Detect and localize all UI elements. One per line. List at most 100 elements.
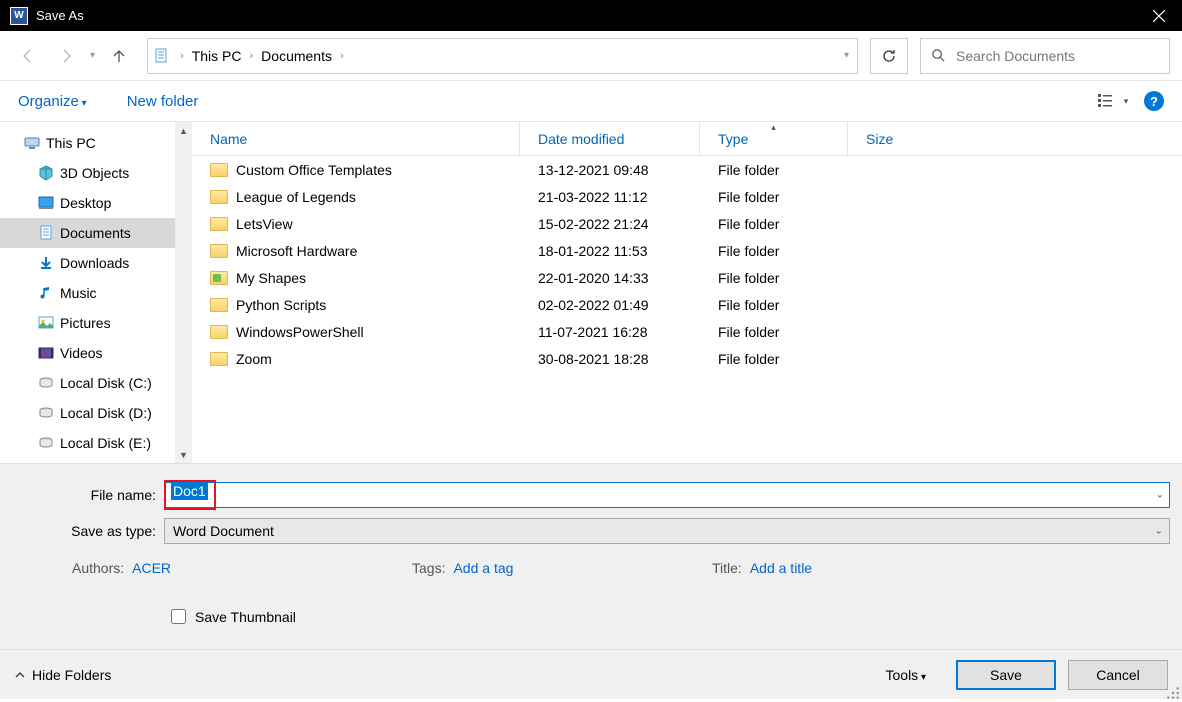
file-row[interactable]: WindowsPowerShell11-07-2021 16:28File fo…: [192, 318, 1182, 345]
tree-item-label: Documents: [60, 225, 131, 241]
tree-item-videos[interactable]: Videos: [0, 338, 192, 368]
folder-icon: [210, 217, 228, 231]
tree-item-pc[interactable]: This PC: [0, 128, 192, 158]
file-name: Microsoft Hardware: [236, 243, 357, 259]
folder-icon: [210, 325, 228, 339]
search-icon: [931, 48, 946, 63]
column-size[interactable]: Size: [848, 122, 1182, 155]
tools-menu[interactable]: Tools: [886, 667, 927, 683]
file-row[interactable]: Zoom30-08-2021 18:28File folder: [192, 345, 1182, 372]
music-icon: [38, 285, 54, 301]
close-button[interactable]: [1136, 0, 1182, 31]
file-name: Custom Office Templates: [236, 162, 392, 178]
authors-value[interactable]: ACER: [132, 560, 171, 576]
title-value[interactable]: Add a title: [750, 560, 812, 576]
savetype-combo[interactable]: Word Document ⌄: [164, 518, 1170, 544]
address-bar[interactable]: › This PC › Documents › ▾: [147, 38, 858, 74]
downloads-icon: [38, 255, 54, 271]
column-type[interactable]: ▴Type: [700, 122, 848, 155]
resize-grip-icon[interactable]: [1166, 686, 1180, 700]
sidebar-scrollbar[interactable]: ▲ ▼: [175, 122, 192, 463]
file-row[interactable]: LetsView15-02-2022 21:24File folder: [192, 210, 1182, 237]
address-chevron-icon[interactable]: ▾: [842, 50, 851, 61]
tree-item-disk[interactable]: Local Disk (C:): [0, 368, 192, 398]
folder-icon: [210, 163, 228, 177]
breadcrumb-separator-icon[interactable]: ›: [336, 50, 348, 62]
file-row[interactable]: My Shapes22-01-2020 14:33File folder: [192, 264, 1182, 291]
savetype-label: Save as type:: [12, 523, 164, 539]
chevron-down-icon: ⌄: [1155, 526, 1163, 537]
column-date[interactable]: Date modified: [520, 122, 700, 155]
refresh-button[interactable]: [870, 38, 908, 74]
file-date: 13-12-2021 09:48: [520, 162, 700, 178]
forward-button[interactable]: [50, 40, 82, 72]
tree-item-label: Videos: [60, 345, 103, 361]
tree-item-music[interactable]: Music: [0, 278, 192, 308]
file-name: League of Legends: [236, 189, 356, 205]
file-row[interactable]: Custom Office Templates13-12-2021 09:48F…: [192, 156, 1182, 183]
breadcrumb-separator-icon[interactable]: ›: [176, 50, 188, 62]
save-form: File name: Doc1 ⌄ Save as type: Word Doc…: [0, 463, 1182, 649]
documents-icon: [38, 225, 54, 241]
view-options-button[interactable]: ▾: [1094, 87, 1132, 115]
desktop-icon: [38, 195, 54, 211]
file-date: 02-02-2022 01:49: [520, 297, 700, 313]
tags-value[interactable]: Add a tag: [453, 560, 513, 576]
file-row[interactable]: Microsoft Hardware18-01-2022 11:53File f…: [192, 237, 1182, 264]
save-button[interactable]: Save: [956, 660, 1056, 690]
file-date: 18-01-2022 11:53: [520, 243, 700, 259]
tree-item-pictures[interactable]: Pictures: [0, 308, 192, 338]
breadcrumb-separator-icon[interactable]: ›: [246, 50, 258, 62]
organize-menu[interactable]: Organize: [18, 93, 87, 110]
breadcrumb-documents[interactable]: Documents: [257, 48, 336, 64]
column-name[interactable]: Name: [192, 122, 520, 155]
back-button[interactable]: [12, 40, 44, 72]
filename-input[interactable]: Doc1: [164, 482, 1170, 508]
up-button[interactable]: [103, 40, 135, 72]
file-type: File folder: [700, 270, 848, 286]
view-list-icon: [1098, 93, 1120, 109]
navigation-tree: This PC3D Objects Desktop Documents Downloa…: [0, 122, 192, 463]
videos-icon: [38, 345, 54, 361]
refresh-icon: [881, 48, 897, 64]
tree-item-disk[interactable]: Local Disk (D:): [0, 398, 192, 428]
chevron-down-icon: ▾: [1124, 96, 1129, 107]
tree-item-label: Local Disk (E:): [60, 435, 151, 451]
tree-item-label: Local Disk (C:): [60, 375, 152, 391]
folder-icon: [210, 352, 228, 366]
tree-item-disk[interactable]: Local Disk (E:): [0, 428, 192, 458]
folder-icon: [210, 298, 228, 312]
tree-item-label: Desktop: [60, 195, 111, 211]
help-button[interactable]: ?: [1144, 91, 1164, 111]
3d-icon: [38, 165, 54, 181]
tree-item-downloads[interactable]: Downloads: [0, 248, 192, 278]
cancel-button[interactable]: Cancel: [1068, 660, 1168, 690]
tree-item-label: Local Disk (D:): [60, 405, 152, 421]
title-bar: W Save As: [0, 0, 1182, 31]
scroll-up-icon[interactable]: ▲: [175, 122, 192, 139]
documents-icon: [154, 48, 170, 64]
tree-item-3d[interactable]: 3D Objects: [0, 158, 192, 188]
tree-item-label: Downloads: [60, 255, 129, 271]
recent-locations-chevron-icon[interactable]: ▾: [88, 50, 97, 61]
hide-folders-button[interactable]: Hide Folders: [14, 667, 111, 683]
arrow-right-icon: [58, 48, 74, 64]
tree-item-label: Pictures: [60, 315, 111, 331]
search-input[interactable]: Search Documents: [920, 38, 1170, 74]
file-list: Name Date modified ▴Type Size Custom Off…: [192, 122, 1182, 463]
scroll-down-icon[interactable]: ▼: [175, 446, 192, 463]
save-thumbnail-checkbox[interactable]: [171, 609, 186, 624]
file-row[interactable]: Python Scripts02-02-2022 01:49File folde…: [192, 291, 1182, 318]
folder-icon: [210, 190, 228, 204]
file-name: WindowsPowerShell: [236, 324, 364, 340]
breadcrumb-this-pc[interactable]: This PC: [188, 48, 246, 64]
new-folder-button[interactable]: New folder: [127, 93, 199, 110]
bottom-bar: Hide Folders Tools Save Cancel: [0, 649, 1182, 699]
file-name: Zoom: [236, 351, 272, 367]
tree-item-desktop[interactable]: Desktop: [0, 188, 192, 218]
tree-item-documents[interactable]: Documents: [0, 218, 192, 248]
file-type: File folder: [700, 297, 848, 313]
filename-label: File name:: [12, 487, 164, 503]
file-row[interactable]: League of Legends21-03-2022 11:12File fo…: [192, 183, 1182, 210]
file-date: 21-03-2022 11:12: [520, 189, 700, 205]
